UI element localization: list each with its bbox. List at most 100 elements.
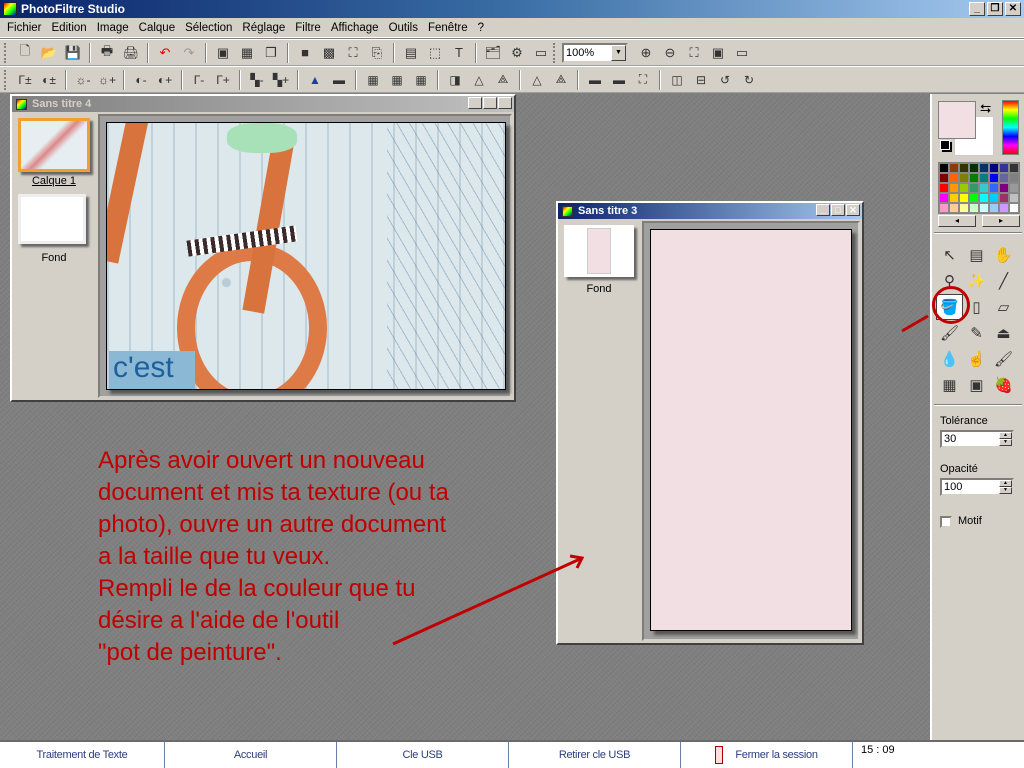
window-list-button[interactable]: ▭	[529, 42, 553, 64]
palette-swatch[interactable]	[949, 193, 959, 203]
rotate-right-button[interactable]: ↻	[737, 69, 761, 91]
copy-image-button[interactable]: ❐	[259, 42, 283, 64]
taskbar-traitement-de-texte[interactable]: Traitement de Texte	[0, 742, 165, 768]
grid-brown-button[interactable]: ▦	[385, 69, 409, 91]
palette-swatch[interactable]	[939, 173, 949, 183]
transparent-color-button[interactable]: ◨	[443, 69, 467, 91]
rgb-balance-button[interactable]: ▬	[327, 69, 351, 91]
palette-swatch[interactable]	[939, 183, 949, 193]
tool-pointer[interactable]: ↖	[936, 242, 963, 268]
palette-swatch[interactable]	[969, 183, 979, 193]
toolbar-grip[interactable]	[4, 69, 7, 90]
opacity-up[interactable]: ▲	[999, 480, 1012, 487]
toolbar-grip[interactable]	[4, 42, 7, 63]
doc-minimize-button[interactable]: _	[468, 97, 482, 109]
doc-minimize-button[interactable]: _	[816, 204, 830, 216]
document-window-sans-titre-4[interactable]: Sans titre 4 _ □ ✕ Calque 1 Fond c'est	[10, 94, 516, 402]
tolerance-up[interactable]: ▲	[999, 432, 1012, 439]
document-titlebar[interactable]: Sans titre 4 _ □ ✕	[12, 96, 514, 112]
grid-gray-button[interactable]: ▦	[361, 69, 385, 91]
menu-image[interactable]: Image	[92, 22, 134, 34]
palette-swatch[interactable]	[1009, 203, 1019, 213]
palette-swatch[interactable]	[969, 173, 979, 183]
palette-swatch[interactable]	[959, 163, 969, 173]
menu-affichage[interactable]: Affichage	[326, 22, 384, 34]
taskbar-retirer-cle-usb[interactable]: Retirer cle USB	[509, 742, 681, 768]
auto-contrast-button[interactable]: ◐±	[37, 69, 61, 91]
swap-colors-icon[interactable]: ⮀	[980, 100, 991, 117]
histogram-button[interactable]: ▲	[303, 69, 327, 91]
tool-portrait[interactable]: ▣	[963, 372, 990, 398]
palette-swatch[interactable]	[1009, 193, 1019, 203]
menu-help[interactable]: ?	[473, 22, 489, 34]
palette-swatch[interactable]	[939, 203, 949, 213]
palette-swatch[interactable]	[989, 193, 999, 203]
save-button[interactable]: 💾	[61, 42, 85, 64]
transparency-button[interactable]: ▦	[235, 42, 259, 64]
blur-more-button[interactable]: ⟁	[491, 69, 515, 91]
tool-warp-grid[interactable]: ▦	[936, 372, 963, 398]
fit-button[interactable]: ⛶	[682, 42, 706, 64]
palette-swatch[interactable]	[989, 163, 999, 173]
crop-frame-button[interactable]: ▤	[399, 42, 423, 64]
mask-button[interactable]: ⛶	[341, 42, 365, 64]
gamma-plus-button[interactable]: Γ+	[211, 69, 235, 91]
taskbar-fermer-session[interactable]: Fermer la session	[681, 742, 853, 768]
tool-selection-panel[interactable]: ▤	[963, 242, 990, 268]
flip-horizontal-button[interactable]: ◫	[665, 69, 689, 91]
brightness-plus-button[interactable]: ☼+	[95, 69, 119, 91]
tool-paint-roller[interactable]: 🖌	[990, 346, 1017, 372]
menu-fichier[interactable]: Fichier	[2, 22, 47, 34]
scan-button[interactable]: 🖨	[119, 42, 143, 64]
palette-prev-button[interactable]: ◂	[938, 215, 976, 227]
palette-swatch[interactable]	[939, 163, 949, 173]
hue-spectrum[interactable]	[1002, 100, 1019, 155]
palette-swatch[interactable]	[1009, 163, 1019, 173]
palette-swatch[interactable]	[939, 193, 949, 203]
palette-swatch[interactable]	[949, 203, 959, 213]
palette-next-button[interactable]: ▸	[982, 215, 1020, 227]
blur-button[interactable]: △	[467, 69, 491, 91]
doc-maximize-button[interactable]: □	[483, 97, 497, 109]
stamp-effect-button[interactable]: ⛶	[631, 69, 655, 91]
taskbar-cle-usb[interactable]: Cle USB	[337, 742, 509, 768]
new-document-button[interactable]: 🗋	[13, 42, 37, 64]
palette-swatch[interactable]	[979, 163, 989, 173]
layer-thumb-fond[interactable]	[564, 225, 634, 277]
tool-smudge-finger[interactable]: ☝	[963, 346, 990, 372]
tool-eraser[interactable]: ▱	[990, 294, 1017, 320]
saturation-plus-button[interactable]: ▚+	[269, 69, 293, 91]
palette-swatch[interactable]	[999, 173, 1009, 183]
palette-swatch[interactable]	[999, 203, 1009, 213]
tool-blur-drop[interactable]: 💧	[936, 346, 963, 372]
zoom-in-button[interactable]: ⊕	[634, 42, 658, 64]
layer-label[interactable]: Fond	[12, 252, 96, 264]
layer-label[interactable]: Calque 1	[12, 175, 96, 187]
image-canvas[interactable]: c'est	[106, 122, 506, 390]
selection-button[interactable]: ⬚	[423, 42, 447, 64]
tool-hand[interactable]: ✋	[990, 242, 1017, 268]
paste-as-button[interactable]: ⎘	[365, 42, 389, 64]
menu-outils[interactable]: Outils	[384, 22, 423, 34]
restore-button[interactable]: ❐	[987, 2, 1003, 16]
palette-swatch[interactable]	[979, 203, 989, 213]
reset-colors-icon[interactable]	[940, 140, 950, 150]
palette-swatch[interactable]	[969, 203, 979, 213]
menu-fenetre[interactable]: Fenêtre	[423, 22, 473, 34]
doc-maximize-button[interactable]: □	[831, 204, 845, 216]
palette-swatch[interactable]	[979, 183, 989, 193]
tool-strawberry[interactable]: 🍓	[990, 372, 1017, 398]
actual-size-button[interactable]: ▣	[706, 42, 730, 64]
slideshow-button[interactable]: ▭	[730, 42, 754, 64]
text-button[interactable]: T	[447, 42, 471, 64]
close-button[interactable]: ✕	[1005, 2, 1021, 16]
tolerance-input[interactable]: 30 ▲ ▼	[940, 430, 1014, 448]
print-button[interactable]: 🖶	[95, 42, 119, 64]
zoom-select[interactable]: 100% ▼	[562, 42, 628, 63]
redo-button[interactable]: ↷	[177, 42, 201, 64]
palette-swatch[interactable]	[979, 173, 989, 183]
gamma-minus-button[interactable]: Γ-	[187, 69, 211, 91]
palette-swatch[interactable]	[999, 163, 1009, 173]
palette-swatch[interactable]	[949, 173, 959, 183]
gray-square-button[interactable]: ■	[293, 42, 317, 64]
